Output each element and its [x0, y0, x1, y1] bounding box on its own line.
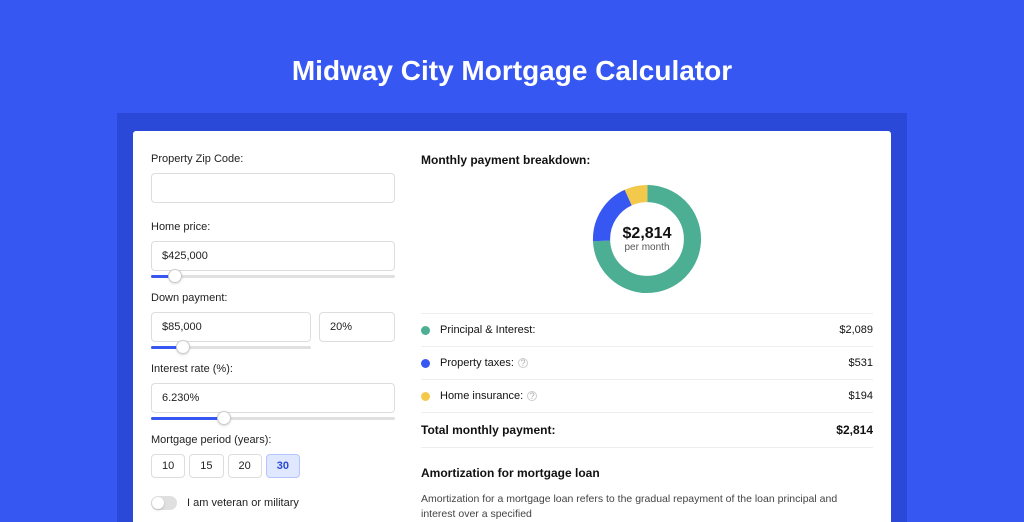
period-chip-20[interactable]: 20 [228, 454, 262, 478]
legend-label: Principal & Interest: [440, 324, 535, 336]
legend-row: Principal & Interest: $2,089 [421, 314, 873, 347]
interest-slider[interactable] [151, 417, 395, 420]
page-title: Midway City Mortgage Calculator [292, 55, 732, 87]
form-column: Property Zip Code: Home price: Down paym… [151, 153, 395, 522]
legend-list: Principal & Interest: $2,089 Property taxe… [421, 313, 873, 448]
down-payment-amount-input[interactable] [151, 312, 311, 342]
period-chip-15[interactable]: 15 [189, 454, 223, 478]
amortization-section: Amortization for mortgage loan Amortizat… [421, 466, 873, 522]
legend-value: $194 [849, 390, 873, 402]
down-payment-percent-input[interactable] [319, 312, 395, 342]
donut-sub: per month [624, 242, 669, 253]
legend-swatch [421, 392, 430, 401]
legend-swatch [421, 359, 430, 368]
legend-row: Property taxes:? $531 [421, 347, 873, 380]
veteran-toggle[interactable] [151, 496, 177, 510]
legend-value: $531 [849, 357, 873, 369]
down-payment-slider[interactable] [151, 346, 311, 349]
period-chip-30[interactable]: 30 [266, 454, 300, 478]
home-price-input[interactable] [151, 241, 395, 271]
legend-label: Property taxes:? [440, 357, 528, 369]
donut-total: $2,814 [623, 225, 672, 243]
breakdown-title: Monthly payment breakdown: [421, 153, 873, 167]
field-period: Mortgage period (years): 10152030 [151, 434, 395, 478]
field-interest: Interest rate (%): [151, 363, 395, 420]
field-zip: Property Zip Code: [151, 153, 395, 203]
period-chips: 10152030 [151, 454, 395, 478]
info-icon[interactable]: ? [518, 358, 528, 368]
info-icon[interactable]: ? [527, 391, 537, 401]
field-down-payment: Down payment: [151, 292, 395, 349]
legend-swatch [421, 326, 430, 335]
amortization-title: Amortization for mortgage loan [421, 466, 873, 480]
legend-row: Home insurance:? $194 [421, 380, 873, 413]
zip-label: Property Zip Code: [151, 153, 395, 165]
calculator-card: Property Zip Code: Home price: Down paym… [133, 131, 891, 522]
results-column: Monthly payment breakdown: $2,814 per mo… [421, 153, 873, 522]
period-chip-10[interactable]: 10 [151, 454, 185, 478]
down-payment-label: Down payment: [151, 292, 395, 304]
legend-total-row: Total monthly payment: $2,814 [421, 413, 873, 448]
field-veteran: I am veteran or military [151, 496, 395, 510]
legend-label: Home insurance:? [440, 390, 537, 402]
legend-total-value: $2,814 [836, 423, 873, 437]
legend-total-label: Total monthly payment: [421, 423, 555, 437]
veteran-label: I am veteran or military [187, 497, 299, 509]
legend-value: $2,089 [839, 324, 873, 336]
amortization-body: Amortization for a mortgage loan refers … [421, 492, 873, 522]
period-label: Mortgage period (years): [151, 434, 395, 446]
home-price-slider-thumb[interactable] [168, 269, 182, 283]
interest-slider-thumb[interactable] [217, 411, 231, 425]
down-payment-slider-thumb[interactable] [176, 340, 190, 354]
zip-input[interactable] [151, 173, 395, 203]
calculator-band: Property Zip Code: Home price: Down paym… [117, 113, 907, 522]
interest-slider-fill [151, 417, 224, 420]
home-price-label: Home price: [151, 221, 395, 233]
home-price-slider[interactable] [151, 275, 395, 278]
interest-label: Interest rate (%): [151, 363, 395, 375]
field-home-price: Home price: [151, 221, 395, 278]
donut-chart: $2,814 per month [421, 179, 873, 299]
interest-input[interactable] [151, 383, 395, 413]
